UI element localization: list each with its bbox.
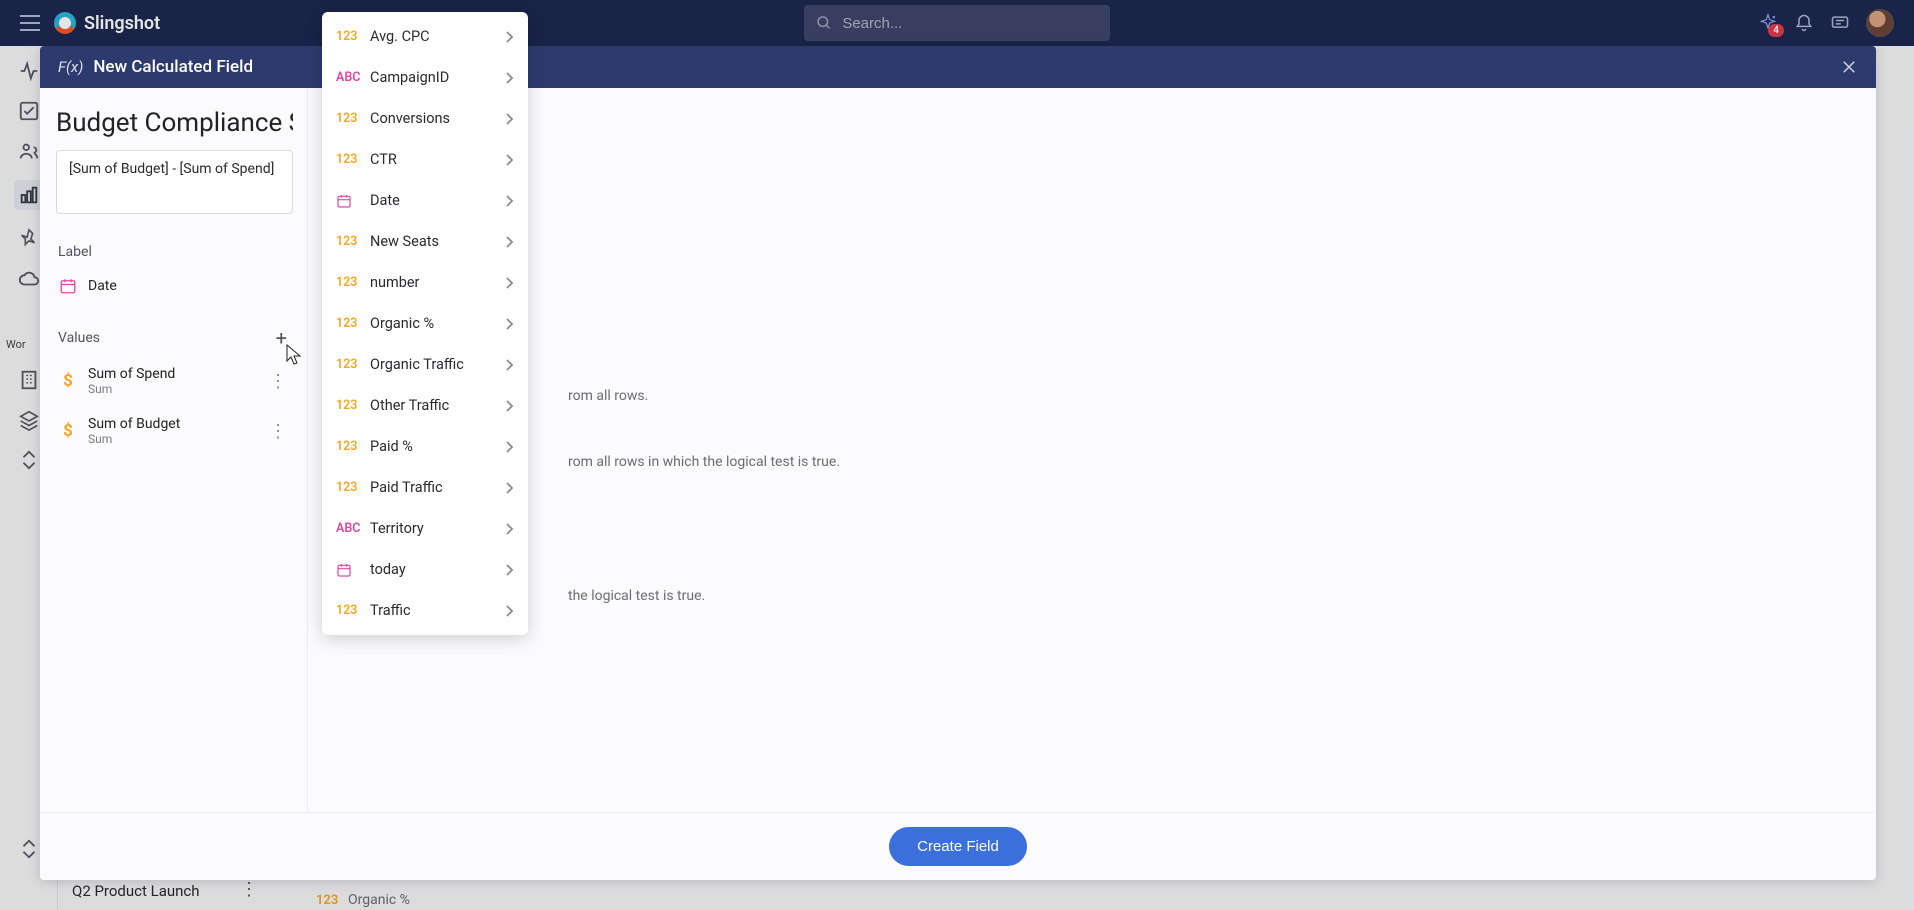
field-picker-label: Paid Traffic <box>370 479 494 496</box>
report-title[interactable]: Budget Compliance Sum <box>56 108 293 138</box>
modal-header: F(x) New Calculated Field <box>40 46 1876 88</box>
field-picker-popover: 123Avg. CPCABCCampaignID123Conversions12… <box>322 12 528 635</box>
number-type-icon: 123 <box>336 439 358 454</box>
label-field-name: Date <box>88 278 291 294</box>
number-type-icon: 123 <box>336 398 358 413</box>
value-name: Sum of Budget <box>88 416 255 432</box>
field-picker-label: Date <box>370 192 494 209</box>
value-field-budget[interactable]: $ Sum of Budget Sum ⋮ <box>56 406 293 456</box>
value-field-spend[interactable]: $ Sum of Spend Sum ⋮ <box>56 356 293 406</box>
field-picker-label: Paid % <box>370 438 494 455</box>
value-name: Sum of Spend <box>88 366 255 382</box>
dollar-icon: $ <box>58 371 78 391</box>
modal-title: New Calculated Field <box>93 57 253 77</box>
number-type-icon: 123 <box>336 480 358 495</box>
field-picker-item[interactable]: 123 Conversions <box>322 98 528 139</box>
chevron-right-icon <box>506 605 514 617</box>
field-picker-item[interactable]: 123 CTR <box>322 139 528 180</box>
date-type-icon <box>336 193 358 209</box>
modal-right-panel: rom all rows. rom all rows in which the … <box>308 88 1876 812</box>
field-picker-item[interactable]: 123 Traffic <box>322 590 528 631</box>
chevron-right-icon <box>506 72 514 84</box>
field-picker-item[interactable]: Date <box>322 180 528 221</box>
modal-footer: Create Field <box>40 812 1876 880</box>
field-picker-item[interactable]: 123 Organic Traffic <box>322 344 528 385</box>
field-picker-label: CTR <box>370 151 494 168</box>
value-menu-button[interactable]: ⋮ <box>265 371 291 392</box>
field-picker-item[interactable]: 123 Paid % <box>322 426 528 467</box>
number-type-icon: 123 <box>336 111 358 126</box>
field-picker-label: New Seats <box>370 233 494 250</box>
create-field-button[interactable]: Create Field <box>889 827 1027 866</box>
field-picker-label: Organic Traffic <box>370 356 494 373</box>
close-icon <box>1840 58 1858 76</box>
chevron-right-icon <box>506 523 514 535</box>
chevron-right-icon <box>506 31 514 43</box>
chevron-right-icon <box>506 236 514 248</box>
field-picker-item[interactable]: today <box>322 549 528 590</box>
field-picker-item[interactable]: 123 Organic % <box>322 303 528 344</box>
label-field-date[interactable]: Date <box>56 266 293 306</box>
date-type-icon <box>336 562 358 578</box>
chevron-right-icon <box>506 318 514 330</box>
field-picker-label: Other Traffic <box>370 397 494 414</box>
number-type-icon: 123 <box>336 234 358 249</box>
field-picker-label: CampaignID <box>370 69 494 86</box>
field-picker-item[interactable]: 123 Paid Traffic <box>322 467 528 508</box>
field-picker-item[interactable]: 123 Other Traffic <box>322 385 528 426</box>
value-agg: Sum <box>88 432 255 446</box>
number-type-icon: 123 <box>336 316 358 331</box>
values-section-header: Values + <box>56 320 293 356</box>
number-type-icon: 123 <box>336 29 358 44</box>
calendar-icon <box>58 276 78 296</box>
chevron-right-icon <box>506 277 514 289</box>
field-picker-label: Avg. CPC <box>370 28 494 45</box>
field-picker-item[interactable]: 123 Avg. CPC <box>322 16 528 57</box>
number-type-icon: 123 <box>336 275 358 290</box>
field-picker-label: Territory <box>370 520 494 537</box>
dollar-icon: $ <box>58 421 78 441</box>
field-picker-label: Organic % <box>370 315 494 332</box>
modal-left-panel: Budget Compliance Sum [Sum of Budget] - … <box>40 88 308 812</box>
chevron-right-icon <box>506 400 514 412</box>
field-picker-item[interactable]: 123 number <box>322 262 528 303</box>
chevron-right-icon <box>506 359 514 371</box>
number-type-icon: 123 <box>336 152 358 167</box>
hint-text: rom all rows in which the logical test i… <box>568 454 840 470</box>
value-agg: Sum <box>88 382 255 396</box>
chevron-right-icon <box>506 441 514 453</box>
field-picker-label: today <box>370 561 494 578</box>
field-picker-label: Traffic <box>370 602 494 619</box>
chevron-right-icon <box>506 564 514 576</box>
hint-text: the logical test is true. <box>568 588 705 604</box>
text-type-icon: ABC <box>336 521 358 536</box>
hint-text: rom all rows. <box>568 388 648 404</box>
chevron-right-icon <box>506 113 514 125</box>
calculated-field-modal: F(x) New Calculated Field Budget Complia… <box>40 46 1876 880</box>
fx-label: F(x) <box>58 58 83 76</box>
add-value-button[interactable]: + <box>270 326 293 350</box>
field-picker-item[interactable]: ABC CampaignID <box>322 57 528 98</box>
label-section-header: Label <box>56 238 293 266</box>
field-picker-item[interactable]: 123 New Seats <box>322 221 528 262</box>
close-button[interactable] <box>1840 58 1858 76</box>
field-picker-label: number <box>370 274 494 291</box>
chevron-right-icon <box>506 195 514 207</box>
number-type-icon: 123 <box>336 357 358 372</box>
field-picker-item[interactable]: ABC Territory <box>322 508 528 549</box>
number-type-icon: 123 <box>336 603 358 618</box>
text-type-icon: ABC <box>336 70 358 85</box>
formula-input[interactable]: [Sum of Budget] - [Sum of Spend] <box>56 150 293 214</box>
chevron-right-icon <box>506 482 514 494</box>
chevron-right-icon <box>506 154 514 166</box>
value-menu-button[interactable]: ⋮ <box>265 421 291 442</box>
field-picker-label: Conversions <box>370 110 494 127</box>
